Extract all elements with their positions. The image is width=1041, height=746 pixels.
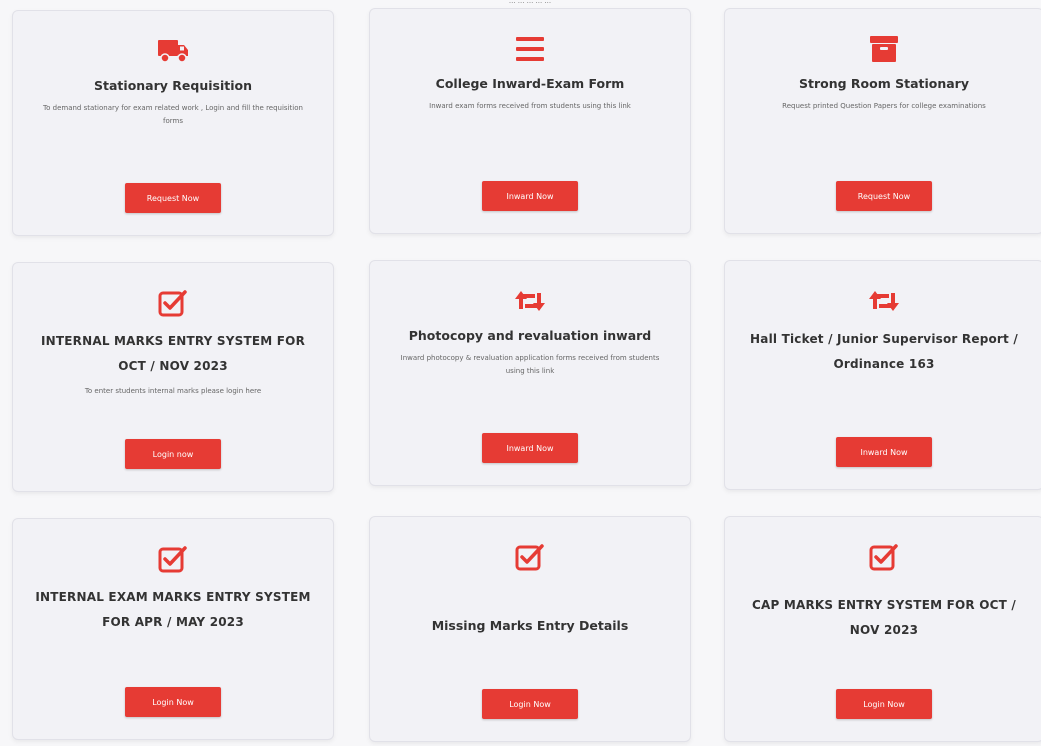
request-now-button[interactable]: Request Now: [125, 183, 221, 213]
login-now-button[interactable]: Login Now: [836, 689, 932, 719]
login-now-button[interactable]: Login now: [125, 439, 221, 469]
card-cap-marks-entry: CAP MARKS ENTRY SYSTEM FOR OCT / NOV 202…: [724, 516, 1041, 742]
truck-icon: [155, 33, 191, 69]
card-college-inward-exam-form: College Inward-Exam Form Inward exam for…: [369, 8, 691, 234]
checkbox-icon: [155, 541, 191, 577]
retweet-icon: [866, 283, 902, 319]
login-now-button[interactable]: Login Now: [125, 687, 221, 717]
card-description: To enter students internal marks please …: [84, 387, 262, 396]
card-internal-marks-entry: INTERNAL MARKS ENTRY SYSTEM FOR OCT / NO…: [12, 262, 334, 492]
card-description: Request printed Question Papers for coll…: [782, 101, 986, 110]
inward-now-button[interactable]: Inward Now: [482, 433, 578, 463]
card-hall-ticket: Hall Ticket / Junior Supervisor Report /…: [724, 260, 1041, 490]
card-title: INTERNAL MARKS ENTRY SYSTEM FOR OCT / NO…: [40, 334, 306, 374]
card-photocopy-revaluation-inward: Photocopy and revaluation inward Inward …: [369, 260, 691, 486]
request-now-button[interactable]: Request Now: [836, 181, 932, 211]
card-title: College Inward-Exam Form: [435, 76, 625, 91]
card-title: Strong Room Stationary: [798, 76, 969, 91]
checkbox-icon: [866, 539, 902, 575]
card-title: CAP MARKS ENTRY SYSTEM FOR OCT / NOV 202…: [752, 598, 1016, 638]
card-strong-room-stationary: Strong Room Stationary Request printed Q…: [724, 8, 1041, 234]
retweet-icon: [512, 283, 548, 319]
card-missing-marks-entry: Missing Marks Entry Details Login Now: [369, 516, 691, 742]
login-now-button[interactable]: Login Now: [482, 689, 578, 719]
top-caption: ... ... ... ... ...: [508, 0, 552, 5]
card-stationary-requisition: Stationary Requisition To demand station…: [12, 10, 334, 236]
list-icon: [512, 31, 548, 67]
checkbox-icon: [512, 539, 548, 575]
checkbox-icon: [155, 285, 191, 321]
box-icon: [866, 31, 902, 67]
inward-now-button[interactable]: Inward Now: [482, 181, 578, 211]
card-title: Missing Marks Entry Details: [431, 618, 629, 633]
card-title: INTERNAL EXAM MARKS ENTRY SYSTEM FOR APR…: [35, 590, 311, 630]
card-title: Stationary Requisition: [94, 78, 252, 93]
card-description: Inward photocopy & revaluation applicati…: [400, 353, 660, 376]
card-internal-exam-marks-entry: INTERNAL EXAM MARKS ENTRY SYSTEM FOR APR…: [12, 518, 334, 740]
card-title: Photocopy and revaluation inward: [408, 328, 652, 343]
card-description: To demand stationary for exam related wo…: [43, 103, 303, 126]
card-title: Hall Ticket / Junior Supervisor Report /…: [750, 332, 1018, 372]
page: ... ... ... ... ... Stationary Requisiti…: [0, 0, 1041, 746]
card-description: Inward exam forms received from students…: [429, 101, 631, 110]
inward-now-button[interactable]: Inward Now: [836, 437, 932, 467]
